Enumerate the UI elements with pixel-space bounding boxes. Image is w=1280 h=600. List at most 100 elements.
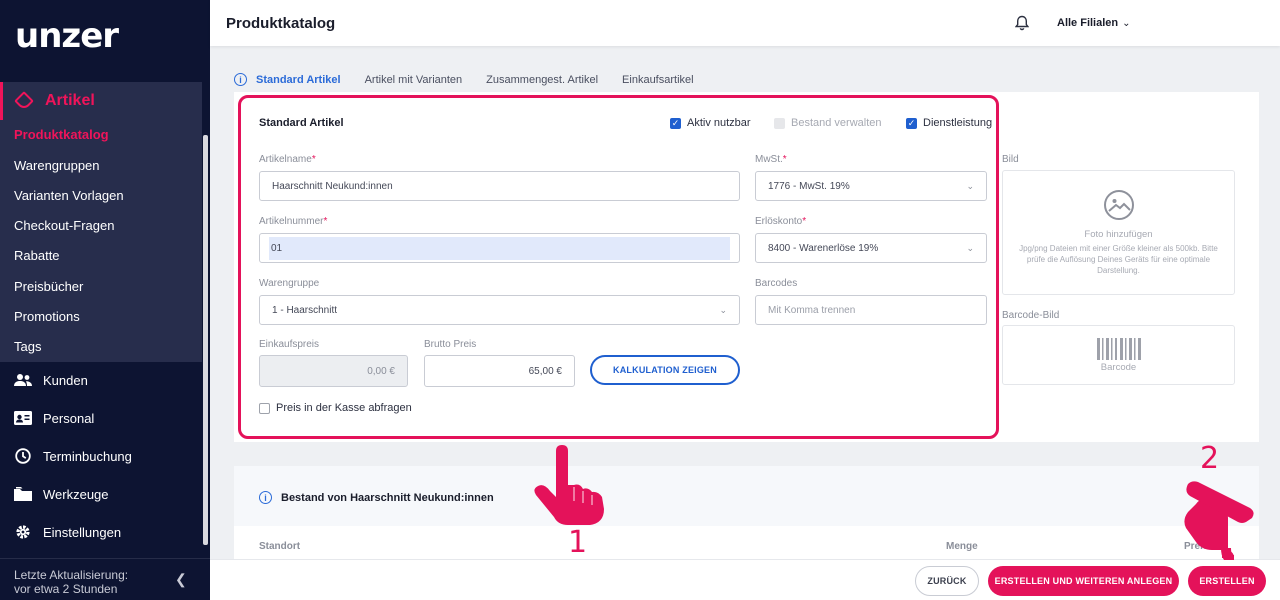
annotation-number-2: 2 [1200, 441, 1220, 476]
label-text: Erlöskonto [755, 216, 803, 227]
column-header-menge: Menge [946, 541, 978, 552]
info-icon[interactable]: i [234, 73, 247, 86]
tab-zusammengest-artikel[interactable]: Zusammengest. Artikel [486, 70, 598, 92]
photo-upload[interactable]: Foto hinzufügen Jpg/png Dateien mit eine… [1002, 170, 1235, 295]
sidebar-item-warengruppen[interactable]: Warengruppen [14, 158, 100, 173]
tab-standard-artikel[interactable]: Standard Artikel [248, 70, 349, 94]
checkbox-box [774, 117, 785, 129]
sidebar-item-kunden[interactable]: Kunden [14, 372, 88, 388]
branch-selector-label: Alle Filialen [1057, 17, 1119, 29]
checkmark-icon: ✓ [670, 117, 681, 129]
erloeskonto-select[interactable]: 8400 - Warenerlöse 19% ⌄ [755, 233, 987, 263]
artikelname-label: Artikelname* [259, 154, 316, 165]
sidebar-item-preisbuecher[interactable]: Preisbücher [14, 279, 83, 294]
preis-kasse-checkbox[interactable]: Preis in der Kasse abfragen [259, 402, 412, 414]
aktiv-nutzbar-checkbox[interactable]: ✓ Aktiv nutzbar [670, 117, 751, 129]
sidebar-item-label: Einstellungen [43, 524, 122, 540]
checkbox-box [259, 402, 270, 414]
einkaufspreis-label: Einkaufspreis [259, 339, 320, 350]
sidebar-item-artikel[interactable]: Artikel [0, 82, 202, 120]
bell-icon[interactable] [1014, 15, 1030, 31]
annotation-highlight-frame [238, 95, 999, 439]
select-value: 8400 - Warenerlöse 19% [768, 242, 879, 254]
folder-icon [14, 486, 32, 502]
info-icon: i [259, 491, 272, 504]
sidebar-item-label: Artikel [45, 92, 95, 109]
barcode-image: Barcode [1002, 325, 1235, 385]
artikelname-input[interactable]: Haarschnitt Neukund:innen [259, 171, 740, 201]
sidebar-scrollbar[interactable] [203, 135, 208, 545]
kalkulation-zeigen-button[interactable]: KALKULATION ZEIGEN [590, 355, 740, 385]
article-type-tabs: i Standard Artikel Artikel mit Varianten… [234, 70, 718, 94]
create-button[interactable]: ERSTELLEN [1188, 566, 1266, 596]
label-text: Artikelnummer [259, 216, 324, 227]
input-value: 0,00 € [367, 365, 395, 377]
users-icon [14, 372, 32, 388]
barcode-caption: Barcode [1100, 361, 1137, 373]
barcodes-input[interactable]: Mit Komma trennen [755, 295, 987, 325]
last-update-info: Letzte Aktualisierung: vor etwa 2 Stunde… [0, 558, 210, 600]
einkaufspreis-input: 0,00 € [259, 355, 408, 387]
sidebar-item-label: Kunden [43, 372, 88, 388]
sidebar-item-einstellungen[interactable]: Einstellungen [14, 524, 121, 540]
bestand-verwalten-checkbox[interactable]: Bestand verwalten [774, 117, 882, 129]
required-mark: * [782, 154, 787, 165]
sidebar-item-produktkatalog[interactable]: Produktkatalog [14, 127, 109, 142]
back-button[interactable]: ZURÜCK [915, 566, 979, 596]
last-update-label: Letzte Aktualisierung: [14, 568, 129, 582]
checkmark-icon: ✓ [906, 117, 917, 129]
pointing-hand-icon [534, 445, 604, 525]
chevron-down-icon: ⌄ [966, 242, 974, 253]
top-bar: Produktkatalog Alle Filialen ⌄ [210, 0, 1280, 46]
select-value: 1776 - MwSt. 19% [768, 180, 850, 192]
id-card-icon [14, 410, 32, 426]
required-mark: * [323, 216, 328, 227]
required-mark: * [311, 154, 316, 165]
bild-label: Bild [1002, 154, 1019, 165]
barcodes-label: Barcodes [755, 278, 798, 289]
artikelnummer-label: Artikelnummer* [259, 216, 327, 227]
checkbox-label: Dienstleistung [923, 117, 993, 129]
stock-title-text: Bestand von Haarschnitt Neukund:innen [281, 491, 494, 504]
input-placeholder: Mit Komma trennen [768, 304, 856, 316]
chevron-down-icon: ⌄ [966, 180, 974, 191]
sidebar-item-tags[interactable]: Tags [14, 339, 41, 354]
chevron-down-icon: ⌄ [719, 304, 727, 315]
column-header-standort: Standort [259, 541, 301, 552]
sidebar-item-promotions[interactable]: Promotions [14, 309, 80, 324]
sidebar-item-checkout-fragen[interactable]: Checkout-Fragen [14, 218, 114, 233]
tab-artikel-mit-varianten[interactable]: Artikel mit Varianten [365, 70, 463, 92]
input-value: 01 [269, 236, 730, 260]
label-text: MwSt. [755, 154, 783, 165]
input-value: 65,00 € [528, 365, 562, 377]
checkbox-label: Aktiv nutzbar [687, 117, 751, 129]
input-value: Haarschnitt Neukund:innen [272, 180, 393, 192]
sidebar-item-rabatte[interactable]: Rabatte [14, 248, 60, 263]
mwst-select[interactable]: 1776 - MwSt. 19% ⌄ [755, 171, 987, 201]
sidebar-item-varianten-vorlagen[interactable]: Varianten Vorlagen [14, 188, 124, 203]
artikelnummer-input[interactable]: 01 [259, 233, 740, 263]
checkbox-label: Preis in der Kasse abfragen [276, 402, 412, 414]
branch-selector[interactable]: Alle Filialen ⌄ [1057, 17, 1131, 29]
brutto-preis-input[interactable]: 65,00 € [424, 355, 575, 387]
warengruppe-select[interactable]: 1 - Haarschnitt ⌄ [259, 295, 740, 325]
photo-upload-title: Foto hinzufügen [1084, 229, 1153, 240]
barcode-icon [1096, 337, 1141, 360]
sidebar-item-terminbuchung[interactable]: Terminbuchung [14, 448, 132, 464]
collapse-sidebar-icon[interactable]: ❮ [175, 572, 187, 586]
image-placeholder-icon [1103, 190, 1134, 220]
last-update-value: vor etwa 2 Stunden [14, 582, 118, 596]
photo-upload-hint: Jpg/png Dateien mit einer Größe kleiner … [1019, 244, 1218, 275]
dienstleistung-checkbox[interactable]: ✓ Dienstleistung [906, 117, 992, 129]
brand-logo[interactable]: unzer [15, 16, 119, 56]
chevron-down-icon: ⌄ [1122, 18, 1131, 29]
tag-icon [14, 91, 34, 111]
annotation-number-1: 1 [568, 525, 588, 560]
sidebar-item-personal[interactable]: Personal [14, 410, 94, 426]
create-and-new-button[interactable]: ERSTELLEN UND WEITEREN ANLEGEN [988, 566, 1179, 596]
select-value: 1 - Haarschnitt [272, 304, 338, 316]
warengruppe-label: Warengruppe [259, 278, 320, 289]
sidebar-item-label: Personal [43, 410, 95, 426]
sidebar-item-werkzeuge[interactable]: Werkzeuge [14, 486, 109, 502]
tab-einkaufsartikel[interactable]: Einkaufsartikel [622, 70, 694, 92]
